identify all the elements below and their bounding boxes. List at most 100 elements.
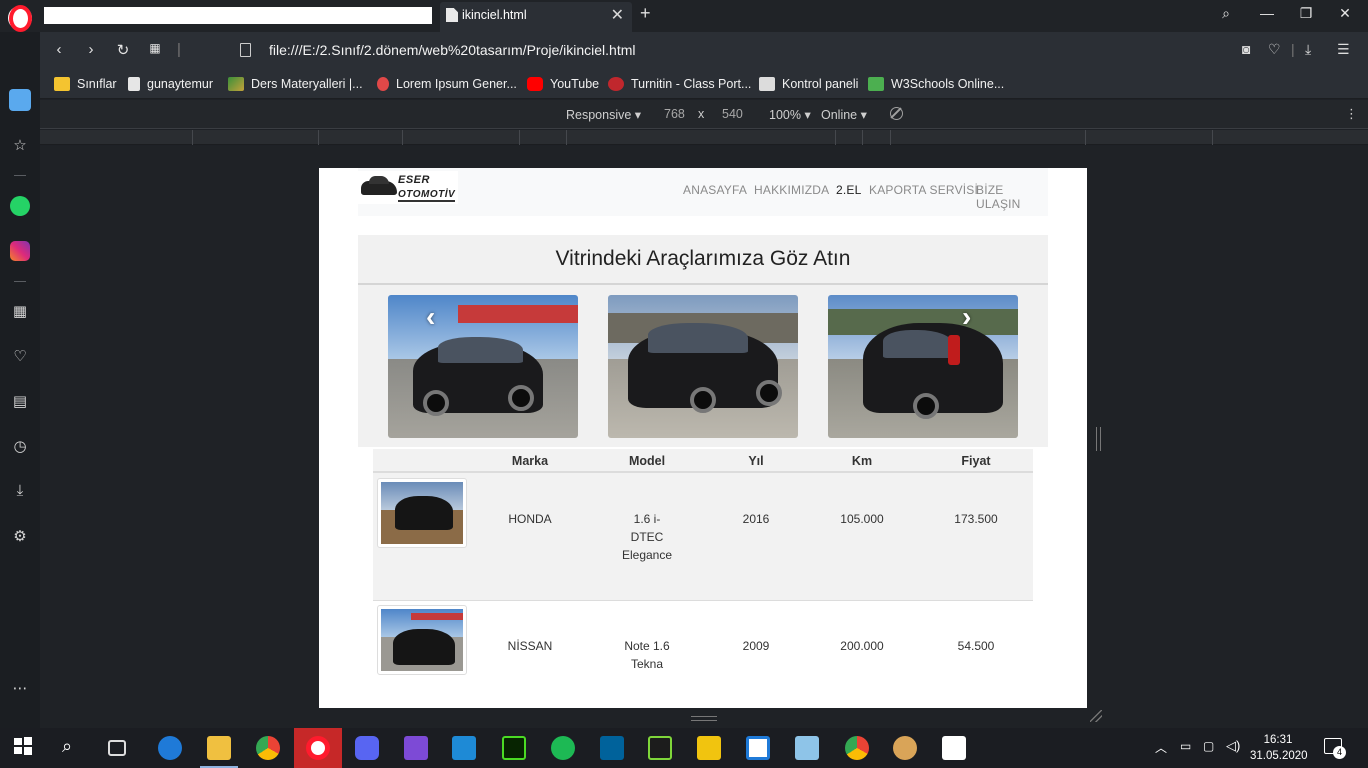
dreamweaver-icon[interactable] bbox=[502, 736, 526, 760]
close-tab-icon[interactable]: ✕ bbox=[611, 5, 624, 25]
whatsapp-icon[interactable] bbox=[8, 194, 32, 218]
discord-icon[interactable] bbox=[355, 736, 379, 760]
search-tabs-icon[interactable]: ⌕ bbox=[1217, 5, 1235, 22]
paint-icon[interactable] bbox=[893, 736, 917, 760]
minimize-icon[interactable]: — bbox=[1258, 5, 1276, 21]
url-field[interactable]: file:///E:/2.Sınıf/2.dönem/web%20tasarım… bbox=[269, 42, 636, 58]
car-thumbnail[interactable] bbox=[377, 605, 467, 675]
search-icon[interactable]: ⌕ bbox=[62, 736, 86, 760]
heart-icon[interactable]: ♡ bbox=[8, 344, 32, 368]
network-select[interactable]: Online ▾ bbox=[821, 107, 867, 122]
battery-icon[interactable]: ▭ bbox=[1180, 739, 1191, 753]
bookmark-turnitin[interactable]: Turnitin - Class Port... bbox=[608, 75, 751, 93]
device-mode-select[interactable]: Responsive ▾ bbox=[566, 107, 641, 122]
visual-studio-icon[interactable] bbox=[404, 736, 428, 760]
news-icon[interactable]: ▤ bbox=[8, 389, 32, 413]
spotify-icon[interactable] bbox=[551, 736, 575, 760]
nav-2el[interactable]: 2.EL bbox=[836, 183, 862, 197]
photos-icon[interactable] bbox=[942, 736, 966, 760]
downloads-icon[interactable]: ⤓ bbox=[8, 478, 32, 502]
tab-ikinciel[interactable]: ikinciel.html ✕ bbox=[440, 2, 632, 32]
site-logo[interactable]: ESER OTOMOTİV bbox=[358, 171, 458, 204]
td-yil: 2009 bbox=[742, 639, 770, 653]
resize-handle-corner[interactable] bbox=[1090, 710, 1102, 722]
task-view-icon[interactable] bbox=[108, 740, 126, 756]
model-line: Note 1.6 bbox=[624, 639, 670, 653]
bookmark-siniflar[interactable]: Sınıflar bbox=[54, 75, 117, 93]
rotate-icon[interactable] bbox=[890, 107, 903, 120]
restore-icon[interactable]: ❐ bbox=[1297, 5, 1315, 22]
bookmark-ders-materyalleri[interactable]: Ders Materyalleri |... bbox=[228, 75, 363, 93]
notes-icon[interactable] bbox=[795, 736, 819, 760]
nav-kaporta-servisi[interactable]: KAPORTA SERVİSİ bbox=[869, 183, 978, 197]
file-explorer-icon[interactable] bbox=[207, 736, 231, 760]
carousel-image-1 bbox=[388, 295, 578, 438]
easy-setup-icon[interactable]: ☰ bbox=[1337, 41, 1350, 58]
chrome-icon[interactable] bbox=[845, 736, 869, 760]
star-icon[interactable]: ☆ bbox=[8, 133, 32, 157]
th-yil: Yıl bbox=[748, 454, 764, 468]
resize-handle-bottom[interactable] bbox=[691, 716, 717, 721]
snipping-tool-icon[interactable] bbox=[697, 736, 721, 760]
reload-icon[interactable]: ↻ bbox=[114, 41, 132, 59]
tab-untitled[interactable] bbox=[44, 7, 432, 24]
edge-icon[interactable] bbox=[158, 736, 182, 760]
terminal-icon[interactable] bbox=[648, 736, 672, 760]
td-fiyat: 54.500 bbox=[957, 639, 995, 653]
bookmark-w3schools[interactable]: W3Schools Online... bbox=[868, 75, 1004, 93]
tabs-grid-icon[interactable]: ▦ bbox=[146, 41, 164, 55]
nav-bize-ulasin[interactable]: BİZE ULAŞIN bbox=[976, 183, 1048, 211]
download-icon[interactable]: ⤓ bbox=[1305, 41, 1311, 58]
resize-handle-right[interactable] bbox=[1096, 427, 1101, 451]
vscode-icon[interactable] bbox=[452, 736, 476, 760]
start-button[interactable] bbox=[13, 736, 37, 760]
clock[interactable]: 16:31 31.05.2020 bbox=[1250, 732, 1308, 764]
arduino-icon[interactable] bbox=[600, 736, 624, 760]
bookmark-gunaytemur[interactable]: gunaytemur bbox=[128, 75, 213, 93]
model-line: Tekna bbox=[630, 657, 664, 671]
bookmark-youtube[interactable]: YouTube bbox=[527, 75, 599, 93]
settings-icon[interactable]: ⚙ bbox=[8, 524, 32, 548]
bookmark-heart-icon[interactable]: ♡ bbox=[1268, 41, 1281, 58]
show-hidden-icons[interactable]: ︿ bbox=[1155, 739, 1167, 756]
ruler-tick bbox=[192, 130, 193, 145]
viewport-width-input[interactable]: 768 bbox=[664, 107, 685, 121]
app-icon[interactable] bbox=[746, 736, 770, 760]
network-icon[interactable]: ▢ bbox=[1203, 739, 1214, 753]
opera-icon[interactable] bbox=[306, 736, 330, 760]
viewport-height-input[interactable]: 540 bbox=[722, 107, 743, 121]
nav-hakkimizda[interactable]: HAKKIMIZDA bbox=[754, 183, 829, 197]
more-options-icon[interactable]: ⋮ bbox=[1345, 106, 1358, 122]
opera-menu-icon[interactable] bbox=[8, 6, 32, 30]
lorem-icon bbox=[377, 77, 389, 91]
history-icon[interactable]: ◷ bbox=[8, 434, 32, 458]
speed-dial-icon[interactable]: ▦ bbox=[8, 299, 32, 323]
car-body bbox=[395, 496, 453, 530]
car-thumbnail[interactable] bbox=[377, 478, 467, 548]
close-window-icon[interactable]: ✕ bbox=[1336, 5, 1354, 22]
carousel-prev-button[interactable]: ‹ bbox=[426, 301, 435, 333]
th-marka: Marka bbox=[511, 454, 549, 468]
bookmarks-bar: Sınıflar gunaytemur Ders Materyalleri |.… bbox=[40, 68, 1368, 99]
divider: | bbox=[1291, 41, 1295, 57]
home-icon[interactable] bbox=[8, 88, 32, 112]
back-icon[interactable]: ‹ bbox=[50, 41, 68, 58]
snapshot-icon[interactable]: ◙ bbox=[1242, 41, 1250, 57]
page-info-icon[interactable] bbox=[240, 43, 251, 57]
forward-icon[interactable]: › bbox=[82, 41, 100, 58]
car-body bbox=[393, 629, 455, 665]
volume-icon[interactable]: ◁) bbox=[1226, 738, 1240, 754]
divider: | bbox=[177, 41, 181, 58]
bookmark-kontrol-paneli[interactable]: Kontrol paneli bbox=[759, 75, 858, 93]
chrome-icon[interactable] bbox=[256, 736, 280, 760]
nav-anasayfa[interactable]: ANASAYFA bbox=[683, 183, 747, 197]
new-tab-button[interactable]: + bbox=[640, 3, 651, 24]
gas-station-canopy bbox=[458, 305, 578, 323]
w3schools-icon bbox=[868, 77, 884, 91]
carousel-next-button[interactable]: › bbox=[962, 301, 971, 333]
more-icon[interactable]: ⋯ bbox=[8, 676, 32, 700]
model-line: Elegance bbox=[621, 548, 673, 562]
instagram-icon[interactable] bbox=[8, 239, 32, 263]
zoom-select[interactable]: 100% ▾ bbox=[769, 107, 811, 122]
bookmark-lorem-ipsum[interactable]: Lorem Ipsum Gener... bbox=[377, 75, 517, 93]
